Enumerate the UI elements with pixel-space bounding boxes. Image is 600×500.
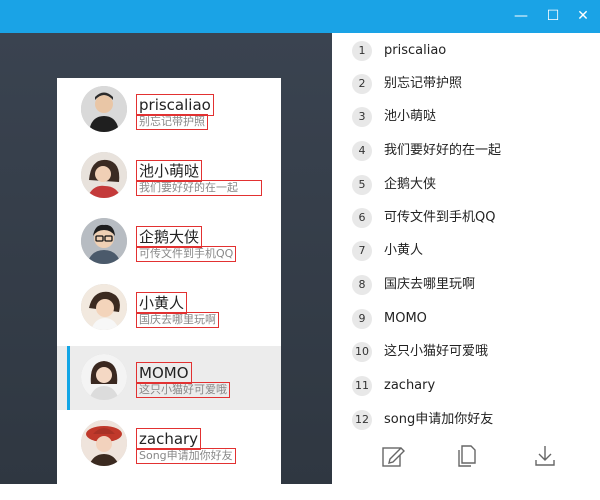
item-label: 国庆去哪里玩啊 (384, 277, 476, 292)
hat-girl-avatar (81, 420, 127, 466)
minimize-button[interactable]: — (509, 4, 533, 28)
edit-button[interactable] (380, 443, 406, 469)
contact-item[interactable]: 企鹅大侠 可传文件到手机QQ (57, 210, 281, 274)
girl-avatar (81, 152, 127, 198)
list-item[interactable]: 7 小黄人 (352, 239, 592, 265)
list-item[interactable]: 6 可传文件到手机QQ (352, 206, 592, 232)
list-item[interactable]: 4 我们要好好的在一起 (352, 139, 592, 165)
item-number: 1 (352, 41, 372, 61)
item-label: 企鹅大侠 (384, 177, 437, 192)
glasses-boy-avatar (81, 218, 127, 264)
contact-name: MOMO (136, 362, 192, 384)
close-button[interactable]: ✕ (571, 4, 595, 28)
item-label: zachary (384, 378, 436, 393)
item-number: 7 (352, 241, 372, 261)
item-number: 6 (352, 208, 372, 228)
contact-message: 别忘记带护照 (136, 114, 208, 130)
item-label: song申请加你好友 (384, 412, 494, 427)
download-button[interactable] (532, 443, 558, 469)
item-number: 2 (352, 74, 372, 94)
item-number: 11 (352, 376, 372, 396)
item-number: 5 (352, 175, 372, 195)
item-label: 这只小猫好可爱哦 (384, 344, 489, 359)
contact-item[interactable]: priscaliao 别忘记带护照 (57, 78, 281, 142)
title-bar: — ☐ ✕ (0, 0, 600, 33)
list-item[interactable]: 2 别忘记带护照 (352, 72, 592, 98)
list-item[interactable]: 12 song申请加你好友 (352, 408, 592, 434)
item-label: 池小萌哒 (384, 109, 437, 124)
contact-item[interactable]: 池小萌哒 我们要好好的在一起 (57, 144, 281, 208)
item-label: 我们要好好的在一起 (384, 143, 502, 158)
copy-icon (458, 445, 476, 467)
item-label: MOMO (384, 311, 427, 326)
list-item[interactable]: 3 池小萌哒 (352, 105, 592, 131)
item-label: 可传文件到手机QQ (384, 210, 496, 225)
item-label: priscaliao (384, 43, 447, 58)
contact-item-selected[interactable]: MOMO 这只小猫好可爱哦 (57, 346, 281, 410)
item-label: 小黄人 (384, 243, 424, 258)
item-number: 9 (352, 309, 372, 329)
contact-message: 国庆去哪里玩啊 (136, 312, 219, 328)
contact-name: priscaliao (136, 94, 214, 116)
list-item[interactable]: 11 zachary (352, 374, 592, 400)
item-number: 3 (352, 107, 372, 127)
contact-message: Song申请加你好友 (136, 448, 236, 464)
item-number: 4 (352, 141, 372, 161)
list-item[interactable]: 5 企鹅大侠 (352, 173, 592, 199)
item-label: 别忘记带护照 (384, 76, 463, 91)
contact-message: 我们要好好的在一起 (136, 180, 262, 196)
maximize-icon: ☐ (546, 8, 560, 24)
child-avatar (81, 284, 127, 330)
list-item[interactable]: 9 MOMO (352, 307, 592, 333)
contact-name: 企鹅大侠 (136, 226, 203, 248)
maximize-button[interactable]: ☐ (541, 4, 565, 28)
preview-pane: priscaliao 别忘记带护照 池小萌哒 我们要好好的在一起 企鹅大侠 可传… (0, 33, 332, 500)
woman-avatar (81, 354, 127, 400)
contact-item[interactable]: 小黄人 国庆去哪里玩啊 (57, 276, 281, 340)
contact-name: zachary (136, 428, 202, 450)
contact-name: 池小萌哒 (136, 160, 203, 182)
item-number: 8 (352, 275, 372, 295)
contact-list: priscaliao 别忘记带护照 池小萌哒 我们要好好的在一起 企鹅大侠 可传… (57, 78, 281, 500)
contact-message: 这只小猫好可爱哦 (136, 382, 230, 398)
edit-icon (382, 447, 405, 467)
contact-item[interactable]: zachary Song申请加你好友 (57, 412, 281, 476)
list-item[interactable]: 1 priscaliao (352, 39, 592, 65)
close-icon: ✕ (577, 8, 589, 24)
contact-message: 可传文件到手机QQ (136, 246, 237, 262)
list-item[interactable]: 10 这只小猫好可爱哦 (352, 340, 592, 366)
minimize-icon: — (514, 8, 528, 24)
download-icon (535, 446, 555, 466)
list-item[interactable]: 8 国庆去哪里玩啊 (352, 273, 592, 299)
item-number: 12 (352, 410, 372, 430)
man-avatar (81, 86, 127, 132)
copy-button[interactable] (454, 443, 480, 469)
item-number: 10 (352, 342, 372, 362)
item-list-pane: 1 priscaliao 2 别忘记带护照 3 池小萌哒 4 我们要好好的在一起… (332, 33, 600, 484)
selection-indicator (67, 346, 70, 410)
contact-name: 小黄人 (136, 292, 188, 314)
